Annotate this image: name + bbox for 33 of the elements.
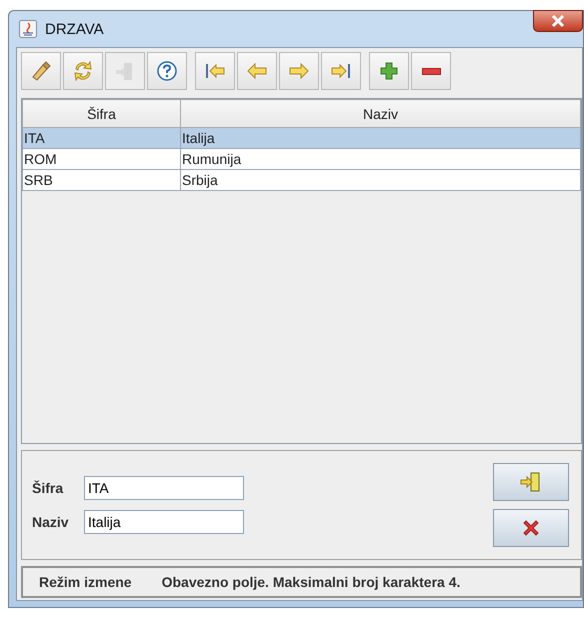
table-cell: Rumunija [180,148,580,170]
help-icon [155,59,179,83]
toolbar-button[interactable] [237,52,277,90]
toolbar-button[interactable] [63,52,103,90]
minus-icon [422,68,440,74]
close-icon [551,14,565,28]
table-row[interactable]: ITA Italija [22,128,580,148]
table-row[interactable]: SRB Srbija [22,170,580,190]
table-cell: SRB [22,170,180,190]
field-label: Naziv [32,514,70,530]
toolbar-button[interactable] [21,52,61,90]
column-header[interactable]: Naziv [180,100,580,128]
toolbar-button[interactable] [369,52,409,90]
toolbar-button[interactable] [147,52,187,90]
toolbar-button[interactable] [321,52,361,90]
toolbar-button[interactable] [411,52,451,90]
field-label: Šifra [32,480,64,496]
toolbar-button[interactable] [195,52,235,90]
input-field[interactable]: Italija [84,510,244,534]
cancel-button[interactable] [493,509,569,547]
toolbar-button[interactable] [279,52,319,90]
close-button[interactable] [533,10,583,32]
table-cell: ITA [22,128,180,148]
table-cell: Italija [180,128,580,148]
status-mode: Režim izmene [39,574,132,590]
column-header[interactable]: Šifra [22,100,180,128]
table-cell: ROM [22,148,180,170]
input-field[interactable]: ITA [84,476,244,500]
status-message: Obavezno polje. Maksimalni broj karaktera 4. [162,574,460,590]
window-title: DRZAVA [45,20,105,38]
table-row[interactable]: ROM Rumunija [22,148,580,170]
confirm-button[interactable] [493,463,569,501]
table-cell: Srbija [180,170,580,190]
